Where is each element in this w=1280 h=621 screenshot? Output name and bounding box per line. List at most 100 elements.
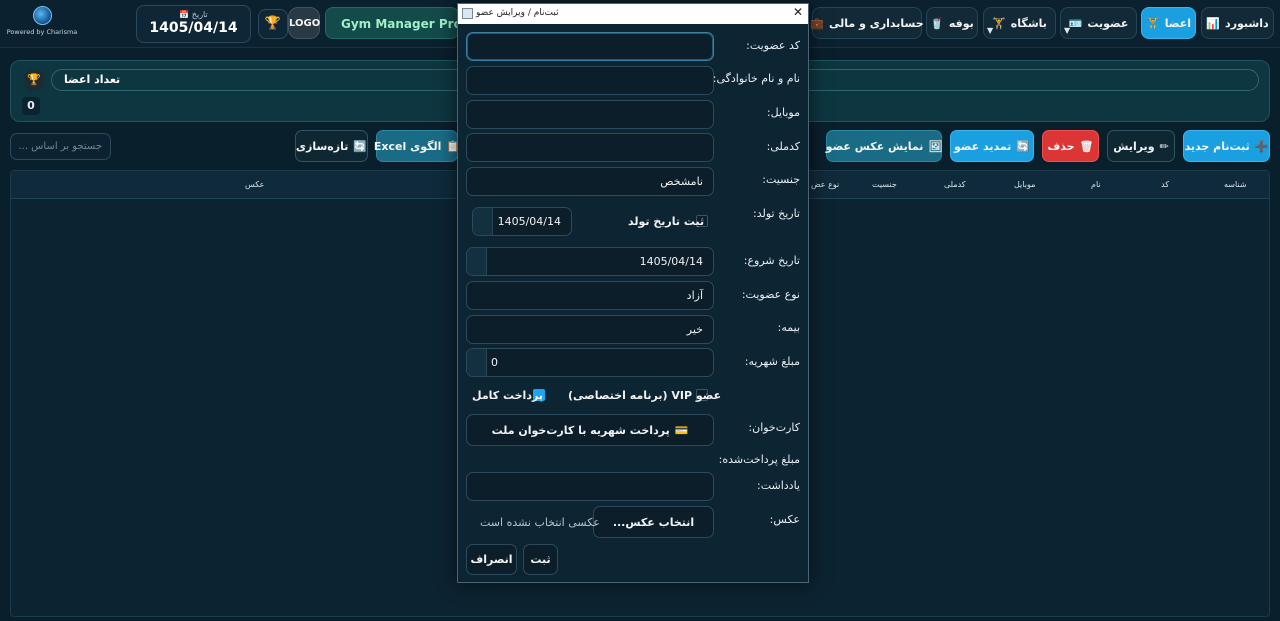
trash-icon: 🗑	[1079, 139, 1094, 153]
card-reader-label: کارت‌خوان:	[748, 421, 800, 434]
delete-button[interactable]: 🗑 حذف	[1042, 130, 1099, 162]
code-label: کد عضویت:	[746, 39, 800, 52]
nav-accounting[interactable]: 💼 حسابداری و مالی	[810, 7, 924, 39]
card-payment-button[interactable]: 💳 پرداخت شهریه با کارت‌خوان ملت	[466, 414, 714, 446]
birth-date-field[interactable]: 1405/04/14	[472, 207, 572, 236]
new-member-button[interactable]: ➕ ثبت‌نام جدید	[1183, 130, 1270, 162]
note-label: یادداشت:	[757, 479, 800, 492]
app-name: Gym Manager Pro	[325, 7, 459, 39]
members-icon: 🏋	[1146, 16, 1160, 30]
fee-field[interactable]: 0	[466, 348, 714, 377]
refresh-label: تازه‌سازی	[295, 139, 349, 153]
nav-buffet-label: بوفه	[948, 16, 974, 30]
delete-label: حذف	[1047, 139, 1075, 153]
edit-label: ویرایش	[1113, 139, 1155, 153]
membership-type-select[interactable]: آزاد	[466, 281, 714, 310]
photo-label: عکس:	[769, 513, 800, 526]
excel-template-button[interactable]: 📋 الگوی Excel	[373, 130, 460, 162]
cancel-button[interactable]: انصراف	[466, 544, 517, 575]
image-icon: 🖼	[928, 139, 943, 153]
birth-date-value: 1405/04/14	[497, 215, 561, 228]
excel-template-label: الگوی Excel	[373, 139, 442, 153]
cancel-label: انصراف	[470, 553, 513, 566]
national-id-label: کدملی:	[766, 140, 800, 153]
dumbbell-icon: 🏋	[992, 16, 1006, 30]
nav-club[interactable]: 🏋 باشگاه ▼	[983, 7, 1056, 39]
logo-badge: LOGO	[288, 7, 320, 39]
insurance-label: بیمه:	[777, 321, 800, 334]
nav-dashboard-label: داشبورد	[1225, 16, 1269, 30]
new-member-label: ثبت‌نام جدید	[1184, 139, 1250, 153]
charisma-logo-icon	[32, 6, 52, 25]
nav-club-label: باشگاه	[1010, 16, 1047, 30]
insurance-select[interactable]: خیر	[466, 315, 714, 344]
column-header-national-id[interactable]: کدملی	[944, 180, 966, 189]
edit-button[interactable]: ✏ ویرایش	[1107, 130, 1175, 162]
chart-icon: 📊	[1206, 16, 1221, 30]
nav-accounting-label: حسابداری و مالی	[829, 16, 924, 30]
renew-icon: 🔄	[1016, 139, 1031, 153]
national-id-field[interactable]	[466, 133, 714, 162]
brand: Powered by Charisma	[6, 6, 78, 42]
nav-members-label: اعضا	[1164, 16, 1191, 30]
paid-amount-label: مبلغ پرداخت‌شده:	[718, 453, 800, 466]
membership-card-icon: 🪪	[1068, 16, 1083, 30]
renew-button[interactable]: 🔄 تمدید عضو	[950, 130, 1034, 162]
no-photo-text: عکسی انتخاب نشده است	[480, 516, 600, 529]
window-icon	[462, 8, 473, 19]
refresh-button[interactable]: 🔄 تازه‌سازی	[295, 130, 368, 162]
column-header-id[interactable]: شناسه	[1224, 180, 1247, 189]
nav-members[interactable]: 🏋 اعضا	[1141, 7, 1196, 39]
date-spinner[interactable]	[473, 208, 493, 235]
close-icon[interactable]: ✕	[790, 5, 806, 22]
full-payment-checkbox-label: پرداخت کامل	[472, 389, 543, 402]
date-value: 1405/04/14	[149, 20, 238, 36]
pencil-icon: ✏	[1159, 139, 1169, 153]
mobile-field[interactable]	[466, 100, 714, 129]
credit-card-icon: 💳	[674, 423, 689, 437]
choose-photo-label: انتخاب عکس...	[612, 515, 695, 529]
full-name-field[interactable]	[466, 66, 714, 95]
column-header-name[interactable]: نام	[1091, 180, 1101, 189]
column-header-gender[interactable]: جنسیت	[872, 180, 897, 189]
membership-type-label: نوع عضویت:	[741, 288, 800, 301]
cup-icon: 🥤	[930, 16, 944, 30]
start-date-field[interactable]: 1405/04/14	[466, 247, 714, 276]
dialog-titlebar[interactable]: ثبت‌نام / ویرایش عضو ✕	[458, 4, 808, 24]
chevron-down-icon: ▼	[1064, 26, 1071, 35]
member-count-value: 0	[22, 97, 40, 115]
powered-by-label: Powered by Charisma	[6, 28, 78, 36]
fee-spinner[interactable]	[467, 349, 487, 376]
note-field[interactable]	[466, 472, 714, 501]
name-label: نام و نام خانوادگی:	[712, 72, 800, 85]
start-date-value: 1405/04/14	[639, 255, 703, 268]
birth-date-checkbox-label: ثبت تاریخ تولد	[628, 215, 705, 228]
renew-label: تمدید عضو	[953, 139, 1012, 153]
membership-code-field[interactable]	[466, 32, 714, 61]
column-header-photo[interactable]: عکس	[245, 180, 264, 189]
show-photo-button[interactable]: 🖼 نمایش عکس عضو	[826, 130, 942, 162]
fee-label: مبلغ شهریه:	[744, 355, 800, 368]
trophy-icon[interactable]: 🏆	[258, 9, 288, 39]
nav-dashboard[interactable]: 📊 داشبورد	[1201, 7, 1274, 39]
trophy-icon: 🏆	[23, 69, 45, 91]
birth-date-label: تاریخ تولد:	[753, 207, 800, 220]
member-dialog: ثبت‌نام / ویرایش عضو ✕ کد عضویت: نام و ن…	[457, 3, 809, 583]
card-payment-label: پرداخت شهریه با کارت‌خوان ملت	[491, 423, 670, 437]
nav-membership[interactable]: 🪪 عضویت ▼	[1060, 7, 1137, 39]
nav-buffet[interactable]: 🥤 بوفه	[926, 7, 978, 39]
gender-select[interactable]: نامشخص	[466, 167, 714, 196]
date-spinner[interactable]	[467, 248, 487, 275]
column-header-mobile[interactable]: موبایل	[1014, 180, 1035, 189]
briefcase-icon: 💼	[810, 16, 825, 30]
search-input[interactable]: جستجو بر اساس ...	[10, 133, 111, 160]
date-label: 📅 تاریخ	[179, 10, 208, 19]
refresh-icon: 🔄	[353, 139, 368, 153]
start-date-label: تاریخ شروع:	[743, 254, 800, 267]
save-button[interactable]: ثبت	[523, 544, 558, 575]
dialog-title: ثبت‌نام / ویرایش عضو	[476, 8, 559, 18]
choose-photo-button[interactable]: انتخاب عکس...	[593, 506, 714, 538]
mobile-label: موبایل:	[766, 106, 800, 119]
column-header-membership-type[interactable]: نوع عض	[811, 180, 839, 189]
column-header-code[interactable]: کد	[1161, 180, 1169, 189]
